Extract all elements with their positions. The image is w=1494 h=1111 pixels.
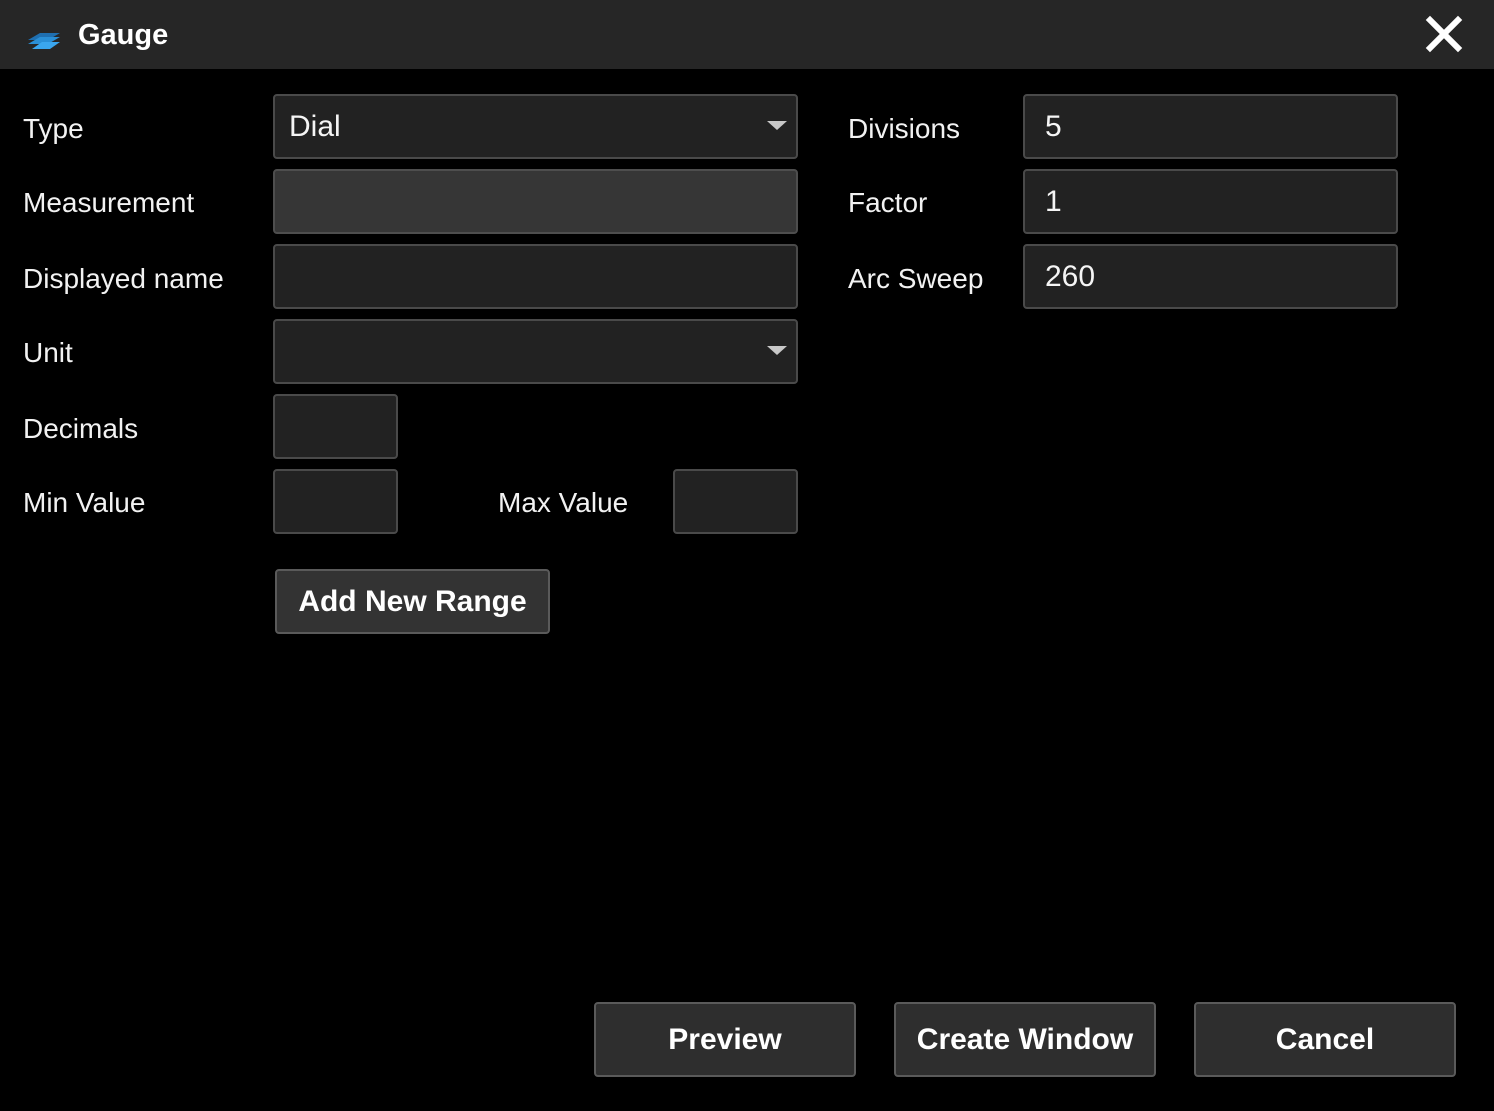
type-label: Type bbox=[23, 113, 84, 144]
gauge-dialog: Gauge Type Measurement Displayed name Un… bbox=[0, 0, 1494, 1111]
window-title: Gauge bbox=[78, 19, 169, 51]
decimals-field[interactable] bbox=[273, 394, 398, 459]
cancel-button[interactable]: Cancel bbox=[1194, 1002, 1456, 1077]
max-value-field[interactable] bbox=[673, 469, 798, 534]
chevron-down-icon bbox=[767, 346, 787, 355]
arc-sweep-field-value: 260 bbox=[1045, 260, 1096, 293]
create-window-button[interactable]: Create Window bbox=[894, 1002, 1156, 1077]
title-bar: Gauge bbox=[0, 0, 1494, 69]
divisions-label: Divisions bbox=[848, 113, 961, 144]
arc-sweep-label: Arc Sweep bbox=[848, 263, 984, 294]
factor-label: Factor bbox=[848, 187, 928, 218]
factor-field[interactable]: 1 bbox=[1023, 169, 1398, 234]
min-value-field[interactable] bbox=[273, 469, 398, 534]
unit-dropdown[interactable] bbox=[273, 319, 798, 384]
gauge-app-icon bbox=[28, 33, 60, 49]
chevron-down-icon bbox=[767, 121, 787, 130]
factor-field-value: 1 bbox=[1045, 185, 1062, 218]
add-new-range-button[interactable]: Add New Range bbox=[275, 569, 550, 634]
type-dropdown[interactable]: Dial bbox=[273, 94, 798, 159]
displayed-name-field[interactable] bbox=[273, 244, 798, 309]
max-value-label: Max Value bbox=[498, 487, 629, 518]
measurement-label: Measurement bbox=[23, 187, 195, 218]
arc-sweep-field[interactable]: 260 bbox=[1023, 244, 1398, 309]
displayed-name-label: Displayed name bbox=[23, 263, 224, 294]
decimals-label: Decimals bbox=[23, 413, 139, 444]
divisions-field-value: 5 bbox=[1045, 110, 1062, 143]
measurement-field[interactable] bbox=[273, 169, 798, 234]
preview-button[interactable]: Preview bbox=[594, 1002, 856, 1077]
close-icon[interactable] bbox=[1422, 14, 1466, 54]
divisions-field[interactable]: 5 bbox=[1023, 94, 1398, 159]
min-value-label: Min Value bbox=[23, 487, 146, 518]
type-dropdown-value: Dial bbox=[289, 110, 341, 143]
unit-label: Unit bbox=[23, 337, 73, 368]
